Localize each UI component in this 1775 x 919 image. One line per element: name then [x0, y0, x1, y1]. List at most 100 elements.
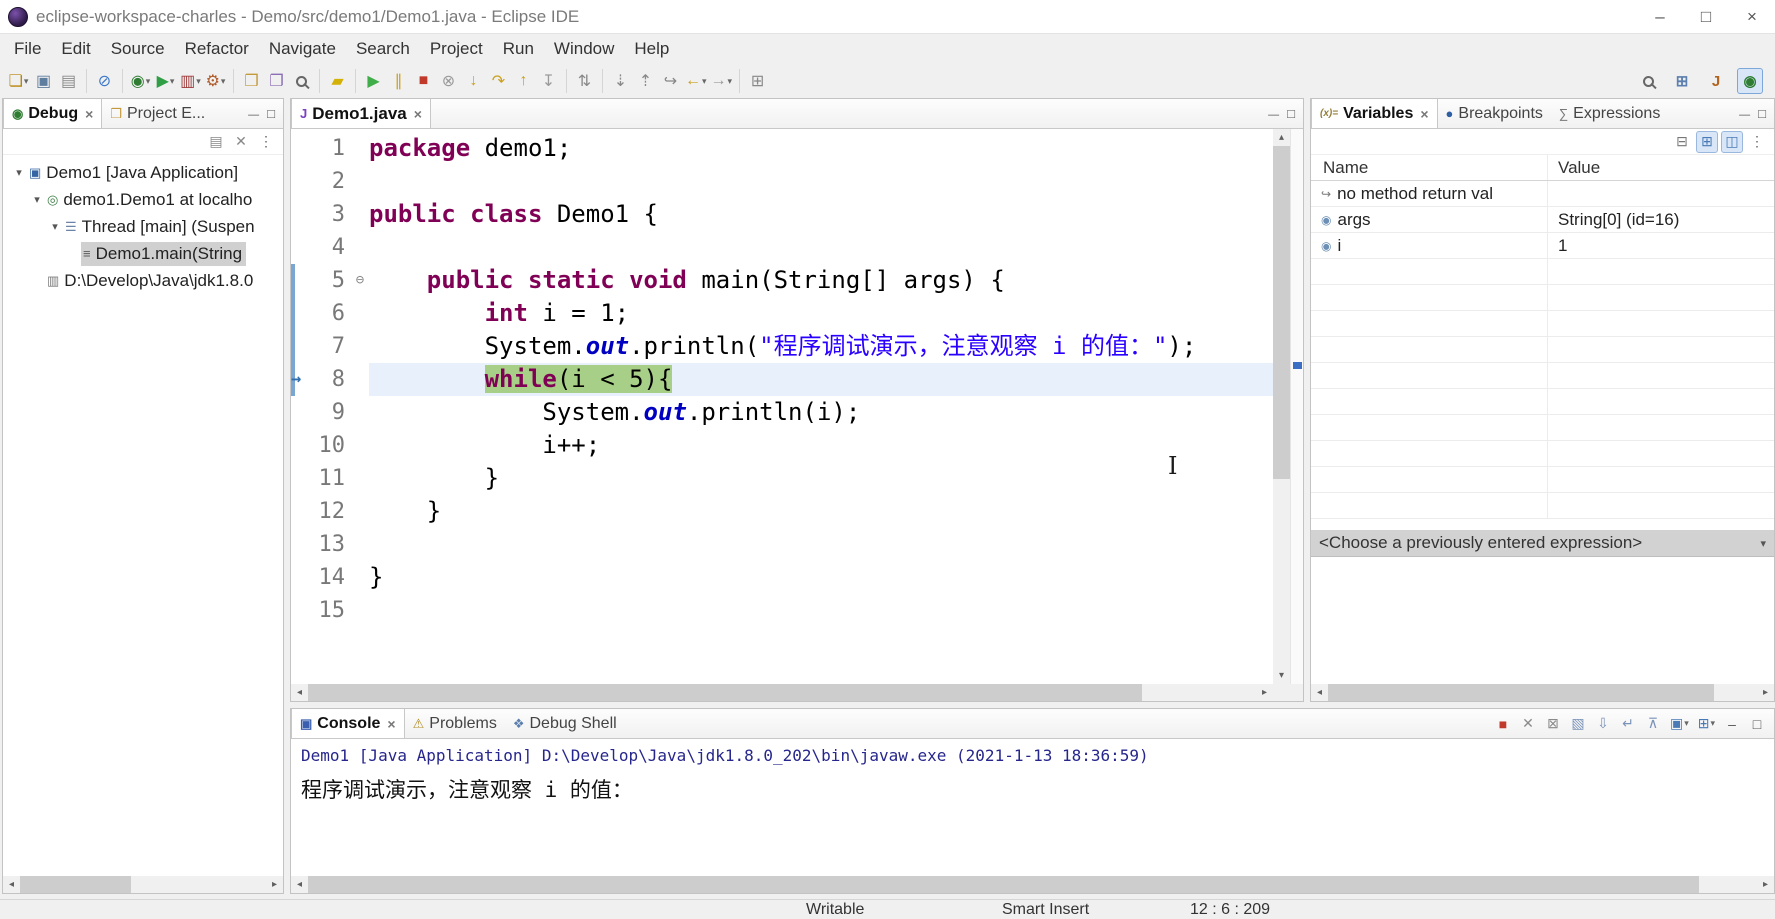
last-edit-location-icon[interactable]: ↪ [658, 68, 683, 94]
sash-editor-variables[interactable] [1304, 98, 1310, 702]
run-icon[interactable]: ▶▾ [153, 68, 178, 94]
resume-icon[interactable]: ▶ [361, 68, 386, 94]
tree-item-demo1-java-application[interactable]: ▾▣Demo1 [Java Application] [3, 159, 283, 186]
minimize-editor-icon[interactable] [1268, 105, 1279, 123]
use-step-filters-icon[interactable]: ⇅ [572, 68, 597, 94]
open-type-icon[interactable]: ❐ [264, 68, 289, 94]
menu-source[interactable]: Source [101, 35, 175, 63]
menu-file[interactable]: File [4, 35, 51, 63]
tab-project-e[interactable]: ❒Project E... [102, 99, 213, 128]
debug-view-menu-icon[interactable]: ⋮ [255, 131, 277, 153]
open-perspective-icon[interactable]: ⊞ [1669, 68, 1695, 94]
scroll-thumb[interactable] [308, 876, 1699, 893]
step-over-icon[interactable]: ↷ [486, 68, 511, 94]
column-header-value[interactable]: Value [1547, 155, 1774, 180]
forward-icon[interactable]: →▾ [709, 68, 735, 94]
code-text[interactable]: package demo1; [369, 132, 1273, 165]
annotation-ruler[interactable] [291, 264, 307, 297]
menu-project[interactable]: Project [420, 35, 493, 63]
tree-item-thread-main-suspen[interactable]: ▾☰Thread [main] (Suspen [3, 213, 283, 240]
code-text[interactable]: public class Demo1 { [369, 198, 1273, 231]
java-perspective-icon[interactable]: J [1703, 68, 1729, 94]
annotation-ruler[interactable]: → [291, 363, 307, 396]
annotation-ruler[interactable] [291, 297, 307, 330]
code-text[interactable]: while(i < 5){ [369, 363, 1273, 396]
collapse-all-icon[interactable]: ⊟ [1671, 131, 1693, 153]
scroll-right-icon[interactable]: ▸ [1757, 687, 1774, 698]
annotation-ruler[interactable] [291, 231, 307, 264]
console-output[interactable]: Demo1 [Java Application] D:\Develop\Java… [291, 739, 1774, 876]
variable-detail-pane[interactable] [1311, 556, 1774, 684]
maximize-view-icon[interactable] [1758, 105, 1766, 123]
column-header-name[interactable]: Name [1311, 158, 1547, 178]
tab-expressions[interactable]: ∑Expressions [1551, 99, 1668, 128]
editor-vscrollbar[interactable]: ▴ ▾ [1273, 129, 1290, 684]
code-text[interactable] [369, 594, 1273, 627]
editor-hscrollbar[interactable]: ◂ ▸ [291, 684, 1273, 701]
annotation-ruler[interactable] [291, 429, 307, 462]
expander-icon[interactable]: ▾ [29, 193, 45, 206]
open-console-icon[interactable]: ⊞▾ [1695, 713, 1718, 735]
debug-icon[interactable]: ◉▾ [128, 68, 153, 94]
console-terminate-icon[interactable]: ■ [1492, 713, 1514, 735]
editor-body[interactable]: 1package demo1;23public class Demo1 {45⊖… [291, 129, 1303, 701]
menu-help[interactable]: Help [624, 35, 679, 63]
search-icon[interactable] [1635, 68, 1661, 94]
chevron-down-icon[interactable]: ▾ [1760, 537, 1766, 550]
code-text[interactable]: int i = 1; [369, 297, 1273, 330]
code-text[interactable]: i++; [369, 429, 1273, 462]
remove-launch-icon[interactable]: ✕ [1517, 713, 1539, 735]
debug-hscrollbar[interactable]: ◂ ▸ [3, 876, 283, 893]
annotation-ruler[interactable] [291, 462, 307, 495]
tab-debug-shell[interactable]: ❖Debug Shell [505, 709, 625, 738]
variable-row-args[interactable]: ◉argsString[0] (id=16) [1311, 207, 1774, 233]
scroll-left-icon[interactable]: ◂ [1311, 687, 1328, 698]
tab-console[interactable]: ▣Console× [291, 709, 405, 738]
variable-row-i[interactable]: ◉i1 [1311, 233, 1774, 259]
maximize-console-icon[interactable]: □ [1746, 713, 1768, 735]
display-selected-console-icon[interactable]: ▣▾ [1667, 713, 1692, 735]
close-tab-icon[interactable]: × [414, 106, 422, 122]
scroll-right-icon[interactable]: ▸ [266, 879, 283, 890]
save-all-icon[interactable]: ▤ [56, 68, 81, 94]
maximize-button[interactable]: □ [1683, 0, 1729, 33]
annotation-ruler[interactable] [291, 561, 307, 594]
menu-run[interactable]: Run [493, 35, 544, 63]
expander-icon[interactable]: ▾ [11, 166, 27, 179]
new-wizard-icon[interactable]: ❏▾ [6, 68, 31, 94]
console-hscrollbar[interactable]: ◂ ▸ [291, 876, 1774, 893]
scroll-thumb[interactable] [1328, 684, 1714, 701]
menu-refactor[interactable]: Refactor [175, 35, 259, 63]
scroll-left-icon[interactable]: ◂ [291, 879, 308, 890]
search-toolbar-icon[interactable] [289, 68, 314, 94]
code-text[interactable]: } [369, 462, 1273, 495]
previous-annotation-icon[interactable]: ⇡ [633, 68, 658, 94]
code-text[interactable] [369, 528, 1273, 561]
annotation-ruler[interactable] [291, 528, 307, 561]
expander-icon[interactable]: ▾ [47, 220, 63, 233]
sash-left[interactable] [284, 98, 290, 894]
annotation-ruler[interactable] [291, 495, 307, 528]
disconnect-icon[interactable]: ⊗ [436, 68, 461, 94]
minimize-console-icon[interactable]: – [1721, 713, 1743, 735]
tab-demo1-java[interactable]: JDemo1.java× [291, 99, 431, 128]
variables-view-menu-icon[interactable]: ⋮ [1746, 131, 1768, 153]
external-tools-icon[interactable]: ⚙▾ [203, 68, 228, 94]
tree-item-demo1-main-string[interactable]: ≡Demo1.main(String [3, 240, 283, 267]
code-text[interactable]: } [369, 495, 1273, 528]
variable-row-no-method-return-val[interactable]: ↪no method return val [1311, 181, 1774, 207]
tab-breakpoints[interactable]: ●Breakpoints [1438, 99, 1551, 128]
step-return-icon[interactable]: ↑ [511, 68, 536, 94]
code-text[interactable] [369, 231, 1273, 264]
code-text[interactable]: public static void main(String[] args) { [369, 264, 1273, 297]
next-annotation-icon[interactable]: ⇣ [608, 68, 633, 94]
overview-ruler[interactable] [1290, 129, 1303, 684]
drop-to-frame-icon[interactable]: ↧ [536, 68, 561, 94]
minimize-view-icon[interactable] [248, 105, 259, 123]
tab-problems[interactable]: ⚠Problems [405, 709, 505, 738]
annotation-ruler[interactable] [291, 165, 307, 198]
remove-all-launches-icon[interactable]: ⊠ [1542, 713, 1564, 735]
tree-item-d-develop-java-jdk1-8-0[interactable]: ▥D:\Develop\Java\jdk1.8.0 [3, 267, 283, 294]
minimize-view-icon[interactable] [1739, 105, 1750, 123]
scroll-thumb[interactable] [1273, 146, 1290, 479]
